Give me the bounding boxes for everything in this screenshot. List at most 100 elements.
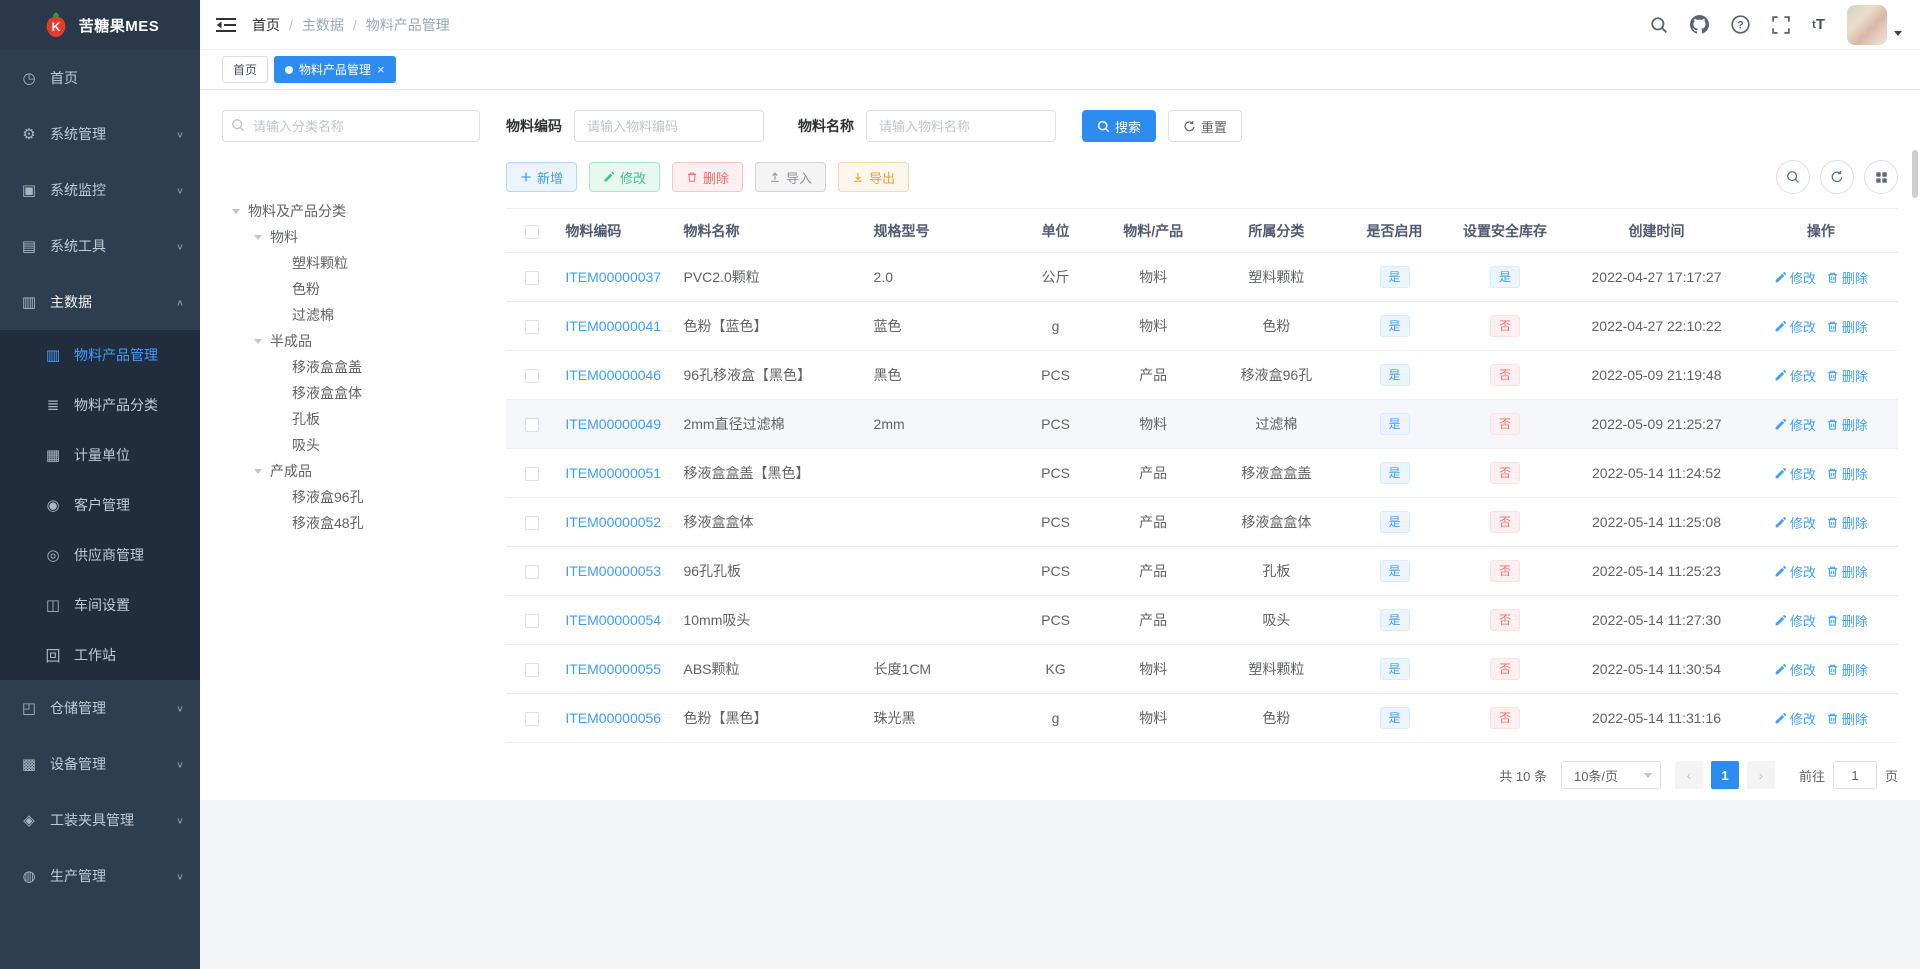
row-checkbox[interactable] [524, 271, 539, 286]
material-code-link[interactable]: ITEM00000052 [565, 514, 661, 530]
tree-node[interactable]: 移液盒盒体 [222, 380, 480, 406]
refresh-button[interactable] [1820, 160, 1854, 194]
font-size-icon[interactable]: tT [1812, 16, 1825, 33]
delete-button[interactable]: 删除 [672, 162, 744, 192]
tree-node[interactable]: 色粉 [222, 276, 480, 302]
sidebar-subitem-2[interactable]: ▦ 计量单位 [0, 430, 200, 480]
row-edit-link[interactable]: 修改 [1774, 709, 1816, 728]
tree-node[interactable]: 移液盒盒盖 [222, 354, 480, 380]
column-settings-button[interactable] [1864, 160, 1898, 194]
row-checkbox[interactable] [524, 712, 539, 727]
tree-node[interactable]: 半成品 [222, 328, 480, 354]
row-checkbox[interactable] [524, 369, 539, 384]
row-checkbox[interactable] [524, 614, 539, 629]
tree-node[interactable]: 塑料颗粒 [222, 250, 480, 276]
row-checkbox[interactable] [524, 418, 539, 433]
github-icon[interactable] [1690, 15, 1710, 34]
tab-home[interactable]: 首页 [222, 56, 269, 83]
breadcrumb-item-1[interactable]: 主数据 [302, 15, 344, 35]
category-search-input[interactable] [222, 110, 480, 142]
sidebar-subitem-6[interactable]: 回 工作站 [0, 630, 200, 680]
row-checkbox[interactable] [524, 320, 539, 335]
reset-button[interactable]: 重置 [1168, 110, 1243, 142]
tree-node[interactable]: 物料 [222, 224, 480, 250]
material-code-link[interactable]: ITEM00000056 [565, 710, 661, 726]
row-delete-link[interactable]: 删除 [1826, 268, 1868, 287]
tree-node[interactable]: 产成品 [222, 458, 480, 484]
tree-node[interactable]: 吸头 [222, 432, 480, 458]
material-code-link[interactable]: ITEM00000041 [565, 318, 661, 334]
sidebar-item-6[interactable]: ▩ 设备管理 [0, 736, 200, 792]
page-size-select[interactable]: 10条/页 [1560, 761, 1661, 789]
fullscreen-icon[interactable] [1772, 15, 1790, 34]
sidebar-item-2[interactable]: ▣ 系统监控 [0, 162, 200, 218]
export-button[interactable]: 导出 [838, 162, 910, 192]
tree-node[interactable]: 过滤棉 [222, 302, 480, 328]
scrollbar-thumb[interactable] [1912, 150, 1918, 198]
material-code-link[interactable]: ITEM00000053 [565, 563, 661, 579]
material-code-link[interactable]: ITEM00000049 [565, 416, 661, 432]
row-edit-link[interactable]: 修改 [1774, 513, 1816, 532]
next-page-button[interactable] [1746, 761, 1775, 789]
sidebar-subitem-4[interactable]: ◎ 供应商管理 [0, 530, 200, 580]
sidebar-toggle-icon[interactable] [216, 17, 236, 33]
sidebar-subitem-5[interactable]: ◫ 车间设置 [0, 580, 200, 630]
material-code-link[interactable]: ITEM00000046 [565, 367, 661, 383]
page-number-1[interactable]: 1 [1710, 761, 1739, 789]
toggle-search-button[interactable] [1776, 160, 1810, 194]
material-code-link[interactable]: ITEM00000055 [565, 661, 661, 677]
sidebar-item-1[interactable]: ⚙ 系统管理 [0, 106, 200, 162]
sidebar-item-7[interactable]: ◈ 工装夹具管理 [0, 792, 200, 848]
row-edit-link[interactable]: 修改 [1774, 366, 1816, 385]
row-delete-link[interactable]: 删除 [1826, 562, 1868, 581]
user-menu[interactable] [1847, 4, 1902, 45]
tree-node[interactable]: 移液盒96孔 [222, 484, 480, 510]
goto-page-input[interactable] [1832, 761, 1877, 789]
logo-bar[interactable]: K 苦糖果MES [0, 0, 200, 50]
sidebar-item-0[interactable]: ◷ 首页 [0, 50, 200, 106]
add-button[interactable]: 新增 [506, 162, 578, 192]
row-checkbox[interactable] [524, 565, 539, 580]
row-delete-link[interactable]: 删除 [1826, 317, 1868, 336]
row-delete-link[interactable]: 删除 [1826, 513, 1868, 532]
sidebar-item-3[interactable]: ▤ 系统工具 [0, 218, 200, 274]
row-checkbox[interactable] [524, 467, 539, 482]
row-edit-link[interactable]: 修改 [1774, 268, 1816, 287]
sidebar-item-8[interactable]: ◍ 生产管理 [0, 848, 200, 904]
row-edit-link[interactable]: 修改 [1774, 562, 1816, 581]
row-checkbox[interactable] [524, 663, 539, 678]
row-edit-link[interactable]: 修改 [1774, 415, 1816, 434]
search-icon[interactable] [1650, 16, 1668, 34]
sidebar-subitem-1[interactable]: ≣ 物料产品分类 [0, 380, 200, 430]
sidebar-item-4[interactable]: ▥ 主数据 [0, 274, 200, 330]
sidebar-subitem-3[interactable]: ◉ 客户管理 [0, 480, 200, 530]
tree-node[interactable]: 物料及产品分类 [222, 198, 480, 224]
material-code-input[interactable] [574, 110, 764, 142]
row-delete-link[interactable]: 删除 [1826, 415, 1868, 434]
row-edit-link[interactable]: 修改 [1774, 611, 1816, 630]
close-icon[interactable] [377, 62, 385, 77]
row-delete-link[interactable]: 删除 [1826, 366, 1868, 385]
edit-button[interactable]: 修改 [589, 162, 661, 192]
prev-page-button[interactable] [1674, 761, 1703, 789]
tree-node[interactable]: 孔板 [222, 406, 480, 432]
row-edit-link[interactable]: 修改 [1774, 317, 1816, 336]
material-code-link[interactable]: ITEM00000054 [565, 612, 661, 628]
row-delete-link[interactable]: 删除 [1826, 611, 1868, 630]
material-code-link[interactable]: ITEM00000037 [565, 269, 661, 285]
material-name-input[interactable] [866, 110, 1056, 142]
row-edit-link[interactable]: 修改 [1774, 660, 1816, 679]
import-button[interactable]: 导入 [755, 162, 827, 192]
sidebar-item-5[interactable]: ◰ 仓储管理 [0, 680, 200, 736]
avatar[interactable] [1847, 4, 1887, 45]
breadcrumb-item-0[interactable]: 首页 [252, 15, 280, 35]
sidebar-subitem-0[interactable]: ▥ 物料产品管理 [0, 330, 200, 380]
tab-material-management[interactable]: 物料产品管理 [274, 56, 396, 83]
row-edit-link[interactable]: 修改 [1774, 464, 1816, 483]
tree-node[interactable]: 移液盒48孔 [222, 510, 480, 536]
row-checkbox[interactable] [524, 516, 539, 531]
select-all-checkbox[interactable] [524, 224, 539, 239]
search-button[interactable]: 搜索 [1082, 110, 1157, 142]
row-delete-link[interactable]: 删除 [1826, 464, 1868, 483]
row-delete-link[interactable]: 删除 [1826, 660, 1868, 679]
